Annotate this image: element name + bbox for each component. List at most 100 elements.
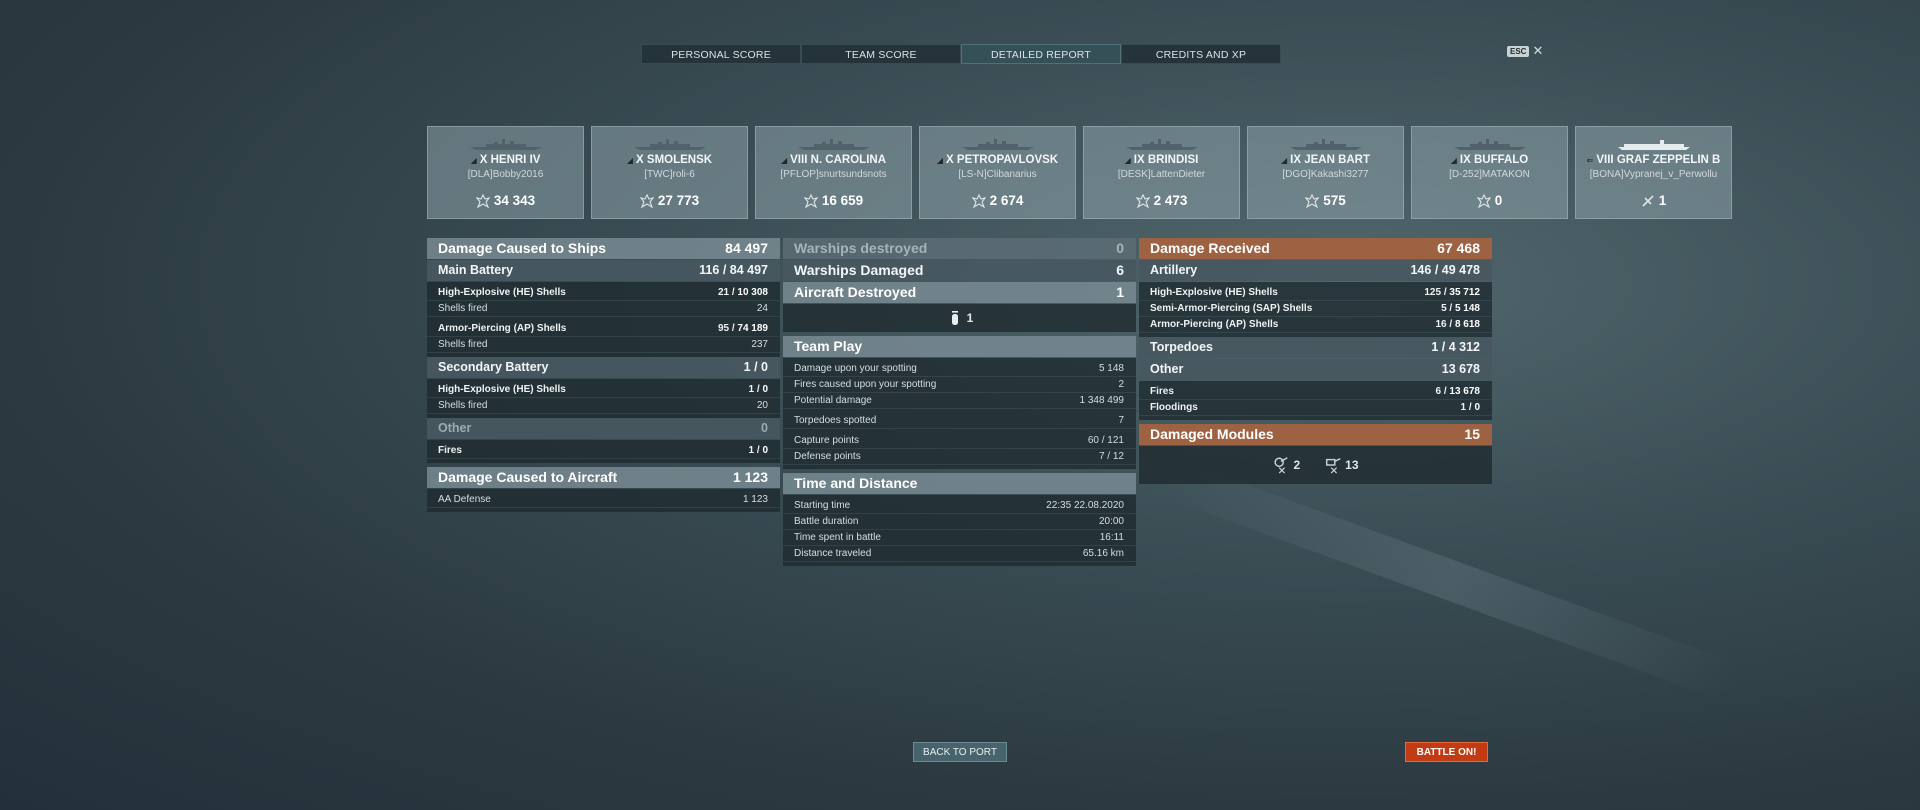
back-to-port-button[interactable]: BACK TO PORT bbox=[913, 742, 1007, 762]
team-play-header: Team Play bbox=[783, 336, 1136, 357]
other-label: Other bbox=[438, 421, 472, 435]
esc-key-icon: ESC bbox=[1507, 45, 1530, 57]
damaged-modules-header: Damaged Modules 15 bbox=[1139, 424, 1492, 445]
rec-floodings-hits: 1 bbox=[1460, 402, 1467, 413]
module-count-2: 13 bbox=[1345, 458, 1359, 472]
stat-label: Torpedoes spotted bbox=[794, 415, 877, 426]
battle-on-button[interactable]: BATTLE ON! bbox=[1405, 742, 1488, 762]
artillery-value: 146 / 49 478 bbox=[1410, 263, 1480, 277]
stat-value: 7 bbox=[1118, 415, 1124, 426]
team-play-body: Damage upon your spotting 5 148 Fires caus… bbox=[783, 358, 1136, 469]
ship-name: ◢ VIII N. CAROLINA bbox=[756, 154, 911, 166]
ship-card[interactable]: ◢ IX JEAN BART [DGO]Kakashi3277 575 bbox=[1247, 126, 1404, 219]
damage-ribbon-icon bbox=[639, 193, 654, 208]
ship-score: 575 bbox=[1248, 193, 1403, 208]
ship-class-icon: ◢ bbox=[1280, 156, 1288, 165]
ship-name: ◢ X SMOLENSK bbox=[592, 154, 747, 166]
rec-ap-value: 16 / 8 618 bbox=[1435, 319, 1481, 330]
ap-value: 95 / 74 189 bbox=[717, 323, 768, 334]
close-icon: ✕ bbox=[1532, 43, 1544, 58]
time-distance-label: Time and Distance bbox=[794, 475, 918, 491]
ship-title: BRINDISI bbox=[1147, 154, 1199, 166]
ship-title: PETROPAVLOVSK bbox=[956, 154, 1059, 166]
aircraft-destroyed-value: 1 bbox=[1116, 284, 1124, 300]
secondary-hits: 1 bbox=[743, 360, 751, 374]
ship-card[interactable]: ◢ X HENRI IV [DLA]Bobby2016 34 343 bbox=[427, 126, 584, 219]
tab-credits-xp[interactable]: CREDITS AND XP bbox=[1121, 44, 1281, 64]
stat-row: Starting time 22:35 22.08.2020 bbox=[783, 498, 1136, 514]
other-value: 0 bbox=[761, 421, 768, 435]
stat-value: 5 148 bbox=[1098, 363, 1124, 374]
team-play-label: Team Play bbox=[794, 338, 863, 354]
close-button[interactable]: ESC ✕ bbox=[1507, 43, 1544, 58]
tab-team-score[interactable]: TEAM SCORE bbox=[801, 44, 961, 64]
rec-other-label: Other bbox=[1150, 362, 1184, 376]
received-value: 67 468 bbox=[1437, 240, 1480, 256]
ship-card[interactable]: ◢ IX BUFFALO [D-252]MATAKON 0 bbox=[1411, 126, 1568, 219]
secondary-battery-row: Secondary Battery 1 / 0 bbox=[427, 357, 780, 378]
ship-silhouette-icon bbox=[634, 139, 706, 150]
stat-label: Starting time bbox=[794, 500, 851, 511]
ship-score: 1 bbox=[1576, 193, 1731, 208]
aa-label: AA Defense bbox=[438, 494, 491, 505]
damage-ribbon-icon bbox=[803, 193, 818, 208]
modules-icon-row: 2 13 bbox=[1139, 446, 1492, 484]
ship-silhouette-icon bbox=[1126, 139, 1198, 150]
destroyed-value: 0 bbox=[1116, 240, 1124, 256]
ship-title: HENRI IV bbox=[490, 154, 541, 166]
stat-value: 7 / 12 bbox=[1098, 451, 1124, 462]
stat-label: Battle duration bbox=[794, 516, 859, 527]
stat-row: Fires caused upon your spotting 2 bbox=[783, 377, 1136, 393]
rec-ap-hits: 16 bbox=[1435, 319, 1447, 330]
ship-card[interactable]: ◢ X PETROPAVLOVSK [LS-N]Clibanarius 2 674 bbox=[919, 126, 1076, 219]
rec-ap-row: Armor-Piercing (AP) Shells 16 / 8 618 bbox=[1139, 317, 1492, 333]
torpedoes-hits: 1 bbox=[1431, 340, 1439, 354]
ship-class-icon: ◢ bbox=[936, 156, 944, 165]
main-battery-hits: 116 bbox=[699, 263, 720, 277]
stat-row: Defense points 7 / 12 bbox=[783, 449, 1136, 465]
ship-title: JEAN BART bbox=[1304, 154, 1371, 166]
sec-he-hits: 1 bbox=[748, 384, 755, 395]
stat-value: 16:11 bbox=[1099, 532, 1124, 543]
ship-class-icon: ◢ bbox=[1124, 156, 1131, 165]
ship-title: GRAF ZEPPELIN B bbox=[1616, 154, 1721, 166]
sec-he-row: High-Explosive (HE) Shells 1 / 0 bbox=[427, 382, 780, 398]
tab-detailed-report[interactable]: DETAILED REPORT bbox=[961, 44, 1121, 64]
torpedoes-label: Torpedoes bbox=[1150, 340, 1213, 354]
stat-row: Distance traveled 65.16 km bbox=[783, 546, 1136, 562]
fires-label: Fires bbox=[438, 445, 462, 456]
fires-hits: 1 bbox=[748, 445, 755, 456]
artillery-hits: 146 bbox=[1410, 263, 1432, 277]
damaged-label: Warships Damaged bbox=[794, 262, 924, 278]
ship-silhouette-icon bbox=[1618, 140, 1690, 150]
fires-damage: 0 bbox=[762, 445, 768, 456]
ship-score: 27 773 bbox=[592, 193, 747, 208]
ship-name: ◢ IX JEAN BART bbox=[1248, 154, 1403, 166]
stat-value: 60 / 121 bbox=[1087, 435, 1124, 446]
ship-card[interactable]: ◢ X SMOLENSK [TWC]roli-6 27 773 bbox=[591, 126, 748, 219]
damage-ships-label: Damage Caused to Ships bbox=[438, 240, 607, 256]
rec-floodings-label: Floodings bbox=[1150, 402, 1198, 413]
ship-card[interactable]: ◢ IX BRINDISI [DESK]LattenDieter 2 473 bbox=[1083, 126, 1240, 219]
rec-floodings-damage: 0 bbox=[1474, 402, 1480, 413]
stat-row: Battle duration 20:00 bbox=[783, 514, 1136, 530]
stat-row: Time spent in battle 16:11 bbox=[783, 530, 1136, 546]
he-hits: 21 bbox=[717, 287, 730, 298]
artillery-body: High-Explosive (HE) Shells 125 / 35 712 S… bbox=[1139, 282, 1492, 337]
damage-aircraft-header: Damage Caused to Aircraft 1 123 bbox=[427, 467, 780, 488]
he-shells-row: High-Explosive (HE) Shells 21 / 10 308 bbox=[427, 285, 780, 301]
stat-label: Potential damage bbox=[794, 395, 872, 406]
rec-ap-label: Armor-Piercing (AP) Shells bbox=[1150, 319, 1279, 330]
aa-defense-row: AA Defense 1 123 bbox=[427, 492, 780, 508]
damage-ribbon-icon bbox=[1305, 193, 1320, 208]
ship-class-icon: ◢ bbox=[470, 156, 477, 165]
tab-personal-score[interactable]: PERSONAL SCORE bbox=[641, 44, 801, 64]
ship-card[interactable]: ◢ VIII N. CAROLINA [PFLOP]snurtsundsnots 16… bbox=[755, 126, 912, 219]
destroyed-label: Warships destroyed bbox=[794, 240, 928, 256]
sec-he-damage: 0 bbox=[762, 384, 768, 395]
background-streak bbox=[1161, 458, 1739, 702]
ship-card[interactable]: ⇐ VIII GRAF ZEPPELIN B [BONA]Vypranej_v_Pe… bbox=[1575, 126, 1732, 219]
torpedoes-damage: 4 312 bbox=[1448, 340, 1480, 354]
stat-row: Capture points 60 / 121 bbox=[783, 433, 1136, 449]
damage-ribbon-icon bbox=[971, 193, 986, 208]
